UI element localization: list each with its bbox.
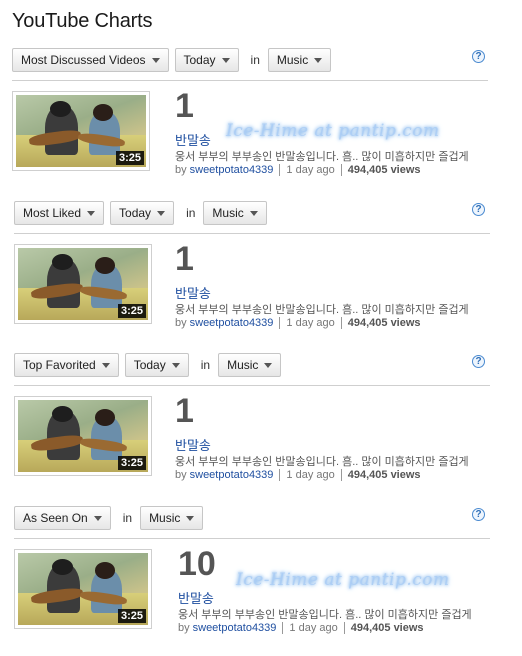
upload-age: 1 day ago bbox=[286, 317, 335, 329]
dropdown-label: Today bbox=[183, 53, 216, 67]
duration-badge: 3:25 bbox=[115, 151, 144, 165]
page-title: YouTube Charts bbox=[12, 10, 153, 32]
uploader-link[interactable]: sweetpotato4339 bbox=[190, 317, 274, 329]
in-label: in bbox=[200, 358, 211, 372]
video-title-link[interactable]: 반말송 bbox=[175, 435, 211, 454]
chart-section-most-liked: Most Liked Today in Music ? 3:25 1 반말송 웅… bbox=[0, 201, 522, 351]
duration-badge: 3:25 bbox=[117, 609, 146, 623]
video-title-link[interactable]: 반말송 bbox=[178, 588, 214, 607]
in-label: in bbox=[250, 53, 260, 67]
chevron-down-icon bbox=[93, 515, 102, 521]
category-dropdown[interactable]: Music bbox=[218, 353, 282, 377]
divider bbox=[14, 233, 490, 234]
chevron-down-icon bbox=[249, 210, 258, 216]
filter-bar: Most Discussed Videos Today in Music bbox=[12, 48, 337, 72]
video-meta: by sweetpotato4339 1 day ago 494,405 vie… bbox=[175, 164, 421, 176]
video-description: 웅서 부부의 부부송인 반말송입니다. 흠.. 많이 미흡하지만 즐겁게 bbox=[175, 151, 469, 163]
dropdown-label: Music bbox=[149, 511, 181, 525]
uploader-link[interactable]: sweetpotato4339 bbox=[190, 469, 274, 481]
rank-number: 1 bbox=[175, 87, 194, 125]
dropdown-label: Today bbox=[133, 358, 166, 372]
dropdown-label: Most Liked bbox=[23, 206, 82, 220]
dropdown-label: Top Favorited bbox=[23, 358, 96, 372]
view-count: 494,405 views bbox=[347, 317, 421, 329]
category-dropdown[interactable]: Music bbox=[203, 201, 267, 225]
uploader-link[interactable]: sweetpotato4339 bbox=[190, 164, 274, 176]
rank-number: 1 bbox=[175, 240, 194, 278]
in-label: in bbox=[186, 206, 196, 220]
help-icon[interactable]: ? bbox=[472, 203, 485, 216]
by-label: by bbox=[175, 317, 187, 329]
help-icon[interactable]: ? bbox=[472, 355, 485, 368]
chevron-down-icon bbox=[264, 362, 273, 368]
dropdown-label: Music bbox=[212, 206, 244, 220]
watermark-text: Ice-Hime at pantip.com bbox=[236, 570, 450, 590]
category-dropdown[interactable]: Music bbox=[267, 48, 332, 72]
video-thumbnail[interactable]: 3:25 bbox=[14, 396, 152, 476]
chart-type-dropdown[interactable]: As Seen On bbox=[14, 506, 111, 530]
by-label: by bbox=[175, 469, 187, 481]
video-description: 웅서 부부의 부부송인 반말송입니다. 흠.. 많이 미흡하지만 즐겁게 bbox=[175, 456, 469, 468]
video-description: 웅서 부부의 부부송인 반말송입니다. 흠.. 많이 미흡하지만 즐겁게 bbox=[175, 304, 469, 316]
video-thumbnail[interactable]: 3:25 bbox=[14, 244, 152, 324]
video-thumbnail[interactable]: 3:25 bbox=[12, 91, 150, 171]
chevron-down-icon bbox=[314, 57, 323, 63]
chevron-down-icon bbox=[101, 362, 110, 368]
thumbnail-image: 3:25 bbox=[16, 95, 146, 167]
help-icon[interactable]: ? bbox=[472, 508, 485, 521]
help-icon[interactable]: ? bbox=[472, 50, 485, 63]
time-range-dropdown[interactable]: Today bbox=[124, 353, 189, 377]
duration-badge: 3:25 bbox=[117, 456, 146, 470]
time-range-dropdown[interactable]: Today bbox=[110, 201, 175, 225]
filter-bar: As Seen On in Music bbox=[14, 506, 209, 530]
time-range-dropdown[interactable]: Today bbox=[174, 48, 239, 72]
video-meta: by sweetpotato4339 1 day ago 494,405 vie… bbox=[175, 469, 421, 481]
chart-type-dropdown[interactable]: Most Liked bbox=[14, 201, 105, 225]
upload-age: 1 day ago bbox=[289, 622, 338, 634]
video-meta: by sweetpotato4339 1 day ago 494,405 vie… bbox=[178, 622, 424, 634]
divider bbox=[12, 80, 488, 81]
watermark-text: Ice-Hime at pantip.com bbox=[226, 121, 440, 141]
filter-bar: Most Liked Today in Music bbox=[14, 201, 273, 225]
dropdown-label: Music bbox=[227, 358, 259, 372]
by-label: by bbox=[178, 622, 190, 634]
divider bbox=[14, 385, 490, 386]
duration-badge: 3:25 bbox=[117, 304, 146, 318]
in-label: in bbox=[122, 511, 133, 525]
rank-number: 10 bbox=[178, 545, 216, 583]
chevron-down-icon bbox=[87, 210, 96, 216]
upload-age: 1 day ago bbox=[286, 164, 335, 176]
chart-type-dropdown[interactable]: Top Favorited bbox=[14, 353, 119, 377]
chevron-down-icon bbox=[171, 362, 180, 368]
thumbnail-image: 3:25 bbox=[18, 248, 148, 320]
chart-type-dropdown[interactable]: Most Discussed Videos bbox=[12, 48, 169, 72]
thumbnail-image: 3:25 bbox=[18, 400, 148, 472]
upload-age: 1 day ago bbox=[286, 469, 335, 481]
chevron-down-icon bbox=[151, 57, 160, 63]
video-meta: by sweetpotato4339 1 day ago 494,405 vie… bbox=[175, 317, 421, 329]
rank-number: 1 bbox=[175, 392, 194, 430]
video-thumbnail[interactable]: 3:25 bbox=[14, 549, 152, 629]
view-count: 494,405 views bbox=[347, 164, 421, 176]
chevron-down-icon bbox=[186, 515, 195, 521]
view-count: 494,405 views bbox=[347, 469, 421, 481]
chevron-down-icon bbox=[221, 57, 230, 63]
dropdown-label: Music bbox=[276, 53, 309, 67]
dropdown-label: Most Discussed Videos bbox=[21, 53, 146, 67]
dropdown-label: Today bbox=[119, 206, 152, 220]
video-title-link[interactable]: 반말송 bbox=[175, 130, 211, 149]
thumbnail-image: 3:25 bbox=[18, 553, 148, 625]
uploader-link[interactable]: sweetpotato4339 bbox=[193, 622, 277, 634]
video-title-link[interactable]: 반말송 bbox=[175, 283, 211, 302]
view-count: 494,405 views bbox=[350, 622, 424, 634]
divider bbox=[14, 538, 490, 539]
by-label: by bbox=[175, 164, 187, 176]
dropdown-label: As Seen On bbox=[23, 511, 88, 525]
chart-section-top-favorited: Top Favorited Today in Music ? 3:25 1 반말… bbox=[0, 353, 522, 503]
chevron-down-icon bbox=[157, 210, 166, 216]
filter-bar: Top Favorited Today in Music bbox=[14, 353, 287, 377]
video-description: 웅서 부부의 부부송인 반말송입니다. 흠.. 많이 미흡하지만 즐겁게 bbox=[178, 609, 472, 621]
category-dropdown[interactable]: Music bbox=[140, 506, 204, 530]
